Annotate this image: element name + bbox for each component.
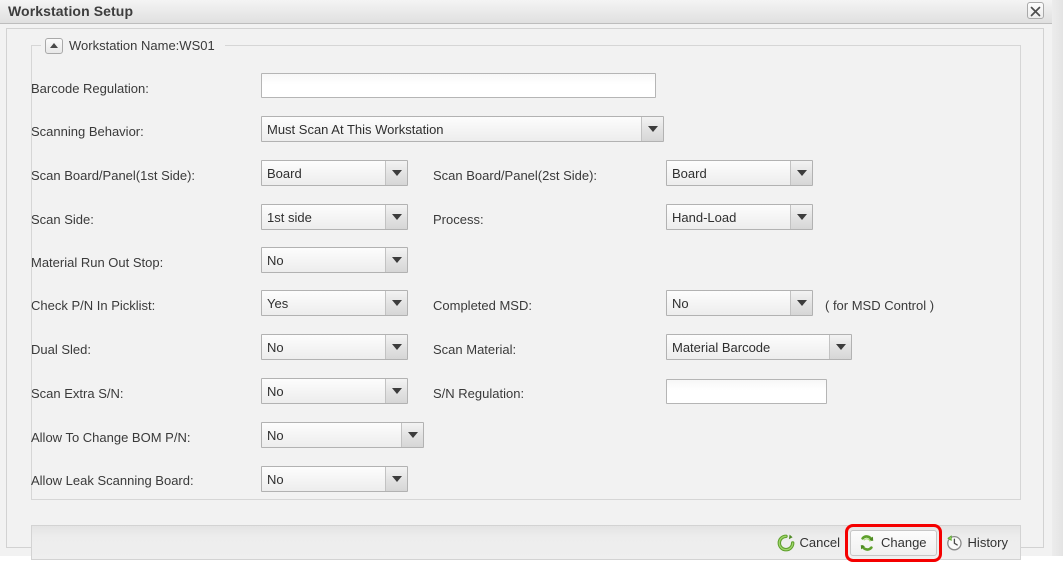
scanning-behavior-select[interactable]: Must Scan At This Workstation	[261, 116, 664, 142]
change-button-label: Change	[881, 535, 927, 550]
dialog-title: Workstation Setup	[8, 3, 134, 19]
chevron-down-icon	[790, 291, 812, 315]
change-button-wrapper: Change	[845, 523, 942, 562]
chevron-down-icon	[401, 423, 423, 447]
label-scan-extra-sn: Scan Extra S/N:	[31, 386, 124, 401]
scan-extra-sn-value: No	[267, 383, 284, 399]
label-barcode-regulation: Barcode Regulation:	[31, 81, 149, 96]
allow-to-change-bom-pn-select[interactable]: No	[261, 422, 424, 448]
chevron-down-icon	[790, 205, 812, 229]
label-check-pn-in-picklist: Check P/N In Picklist:	[31, 298, 156, 313]
label-scan-side: Scan Side:	[31, 212, 94, 227]
allow-to-change-bom-pn-value: No	[267, 427, 284, 443]
label-allow-to-change-bom-pn: Allow To Change BOM P/N:	[31, 430, 191, 445]
dialog-titlebar: Workstation Setup	[0, 0, 1052, 24]
refresh-arrows-icon	[858, 534, 876, 552]
label-scan-material: Scan Material:	[433, 342, 517, 357]
label-allow-leak-scanning-board: Allow Leak Scanning Board:	[31, 473, 194, 488]
scan-extra-sn-select[interactable]: No	[261, 378, 408, 404]
chevron-down-icon	[385, 467, 407, 491]
dialog-footer-toolbar: Cancel Change History	[31, 523, 1021, 562]
scan-material-select[interactable]: Material Barcode	[666, 334, 852, 360]
label-completed-msd: Completed MSD:	[433, 298, 532, 313]
scan-board-panel-2st-value: Board	[672, 165, 707, 181]
chevron-down-icon	[385, 248, 407, 272]
scan-side-value: 1st side	[267, 209, 312, 225]
check-pn-in-picklist-select[interactable]: Yes	[261, 290, 408, 316]
setup-form: Barcode Regulation: Scanning Behavior: M…	[7, 29, 1045, 549]
chevron-down-icon	[385, 291, 407, 315]
completed-msd-hint: ( for MSD Control )	[825, 298, 935, 313]
close-icon[interactable]	[1027, 2, 1044, 19]
label-scan-board-panel-1st: Scan Board/Panel(1st Side):	[31, 168, 196, 183]
chevron-down-icon	[790, 161, 812, 185]
scan-board-panel-1st-select[interactable]: Board	[261, 160, 408, 186]
material-run-out-stop-value: No	[267, 252, 284, 268]
allow-leak-scanning-board-value: No	[267, 471, 284, 487]
chevron-down-icon	[385, 379, 407, 403]
completed-msd-value: No	[672, 295, 689, 311]
label-material-run-out-stop: Material Run Out Stop:	[31, 255, 164, 270]
revert-arrow-icon	[777, 534, 795, 552]
dual-sled-value: No	[267, 339, 284, 355]
cancel-button-label: Cancel	[799, 535, 840, 550]
barcode-regulation-input[interactable]	[261, 73, 656, 98]
allow-leak-scanning-board-select[interactable]: No	[261, 466, 408, 492]
process-select[interactable]: Hand-Load	[666, 204, 813, 230]
completed-msd-select[interactable]: No	[666, 290, 813, 316]
history-button-label: History	[967, 535, 1008, 550]
chevron-down-icon	[829, 335, 851, 359]
process-value: Hand-Load	[672, 209, 737, 225]
chevron-down-icon	[385, 205, 407, 229]
chevron-down-icon	[385, 335, 407, 359]
clock-back-icon	[945, 534, 963, 552]
label-process: Process:	[433, 212, 484, 227]
workstation-setup-dialog: Workstation Setup Workstation Name:WS01 …	[0, 0, 1052, 562]
scan-board-panel-1st-value: Board	[267, 165, 302, 181]
dialog-content: Workstation Name:WS01 Barcode Regulation…	[6, 28, 1045, 562]
label-scanning-behavior: Scanning Behavior:	[31, 124, 144, 139]
scanning-behavior-value: Must Scan At This Workstation	[267, 121, 444, 137]
chevron-down-icon	[641, 117, 663, 141]
check-pn-in-picklist-value: Yes	[267, 295, 289, 311]
material-run-out-stop-select[interactable]: No	[261, 247, 408, 273]
change-button[interactable]: Change	[850, 529, 937, 556]
label-scan-board-panel-2st: Scan Board/Panel(2st Side):	[433, 168, 598, 183]
scan-side-select[interactable]: 1st side	[261, 204, 408, 230]
sn-regulation-input[interactable]	[666, 379, 827, 404]
scan-board-panel-2st-select[interactable]: Board	[666, 160, 813, 186]
history-button[interactable]: History	[937, 530, 1018, 556]
label-dual-sled: Dual Sled:	[31, 342, 91, 357]
dual-sled-select[interactable]: No	[261, 334, 408, 360]
label-sn-regulation: S/N Regulation:	[433, 386, 525, 401]
scan-material-value: Material Barcode	[672, 339, 771, 355]
cancel-button[interactable]: Cancel	[769, 530, 850, 556]
chevron-down-icon	[385, 161, 407, 185]
